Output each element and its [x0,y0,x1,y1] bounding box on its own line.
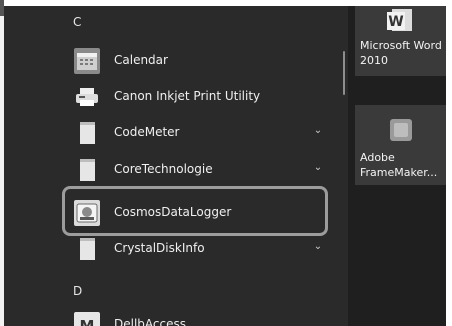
app-label-calendar: Calendar [114,53,168,67]
scrollbar-thumb[interactable] [343,51,345,95]
app-item-coretechnologie[interactable]: CoreTechnologie ⌄ [4,153,330,187]
app-item-calendar[interactable]: Calendar [4,44,330,78]
svg-text:W: W [388,14,403,30]
app-item-crystaldiskinfo[interactable]: CrystalDiskInfo ⌄ [4,232,330,266]
svg-text:M: M [80,317,95,326]
section-header-c[interactable]: C [73,15,81,29]
app-item-canon-inkjet-print-utility[interactable]: Canon Inkjet Print Utility [4,80,330,114]
tile-microsoft-word[interactable]: W Microsoft Word 2010 [355,6,446,76]
word-icon: W [386,8,414,34]
app-icon: M [74,312,100,326]
tile-label-adobe-framemaker: Adobe FrameMaker... [360,151,438,179]
section-header-d[interactable]: D [73,284,82,298]
app-label-coretechnologie: CoreTechnologie [114,162,213,176]
chevron-down-icon[interactable]: ⌄ [312,125,324,137]
highlight-outline [62,186,328,236]
calendar-icon [74,48,100,74]
tile-label-microsoft-word: Microsoft Word 2010 [360,39,442,67]
app-label-dellbaccess: DellbAccess [114,317,186,326]
tile-adobe-framemaker[interactable]: Adobe FrameMaker... [355,105,446,185]
app-item-dellbaccess[interactable]: M DellbAccess [4,308,330,326]
printer-icon [74,84,100,110]
folder-icon [74,236,100,262]
start-menu-window: C Calendar Canon Inkjet Print Utility Co… [4,6,446,326]
chevron-down-icon[interactable]: ⌄ [312,162,324,174]
app-item-codemeter[interactable]: CodeMeter ⌄ [4,116,330,150]
app-label-codemeter: CodeMeter [114,125,180,139]
folder-icon [74,120,100,146]
app-label-crystaldiskinfo: CrystalDiskInfo [114,241,205,255]
chevron-down-icon[interactable]: ⌄ [312,241,324,253]
framemaker-icon [388,117,414,143]
folder-icon [74,157,100,183]
app-label-canon-inkjet: Canon Inkjet Print Utility [114,89,261,103]
